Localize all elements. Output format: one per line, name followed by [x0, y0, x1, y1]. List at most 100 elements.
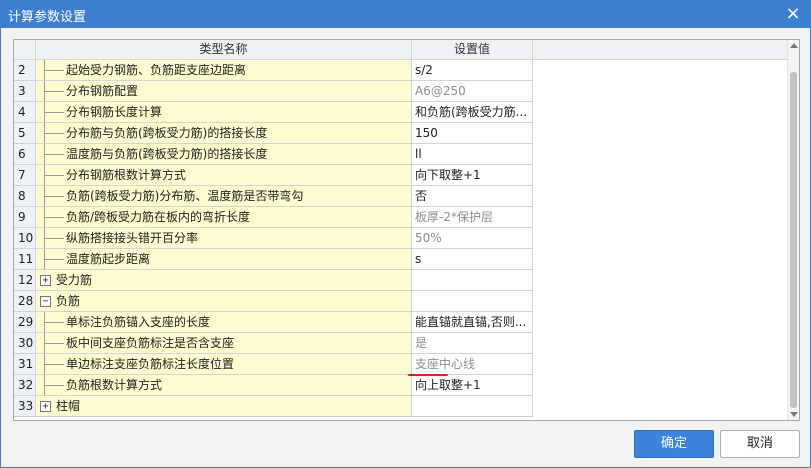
window-title: 计算参数设置: [8, 10, 87, 25]
setting-value-cell[interactable]: 和负筋(跨板受力筋...: [412, 102, 533, 123]
table-row[interactable]: 7 分布钢筋根数计算方式 向下取整+1: [14, 165, 533, 186]
type-name-label: 单标注负筋锚入支座的长度: [66, 315, 211, 329]
type-name-cell: 温度筋与负筋(跨板受力筋)的搭接长度: [36, 144, 412, 165]
table-row[interactable]: 4 分布钢筋长度计算 和负筋(跨板受力筋...: [14, 102, 533, 123]
type-name-cell: − 负筋: [36, 291, 412, 312]
type-name-label: 板中间支座负筋标注是否含支座: [66, 336, 235, 350]
dialog-body: 类型名称 设置值 2 起始受力钢筋、负筋距支座边距离 s/2 3 分布钢筋配置 A6@25…: [0, 28, 811, 468]
close-icon[interactable]: ×: [781, 2, 805, 26]
type-name-label: 分布筋与负筋(跨板受力筋)的搭接长度: [66, 126, 268, 140]
type-name-cell: 纵筋搭接接头错开百分率: [36, 228, 412, 249]
row-number: 9: [14, 207, 36, 228]
tree-connector-line: [44, 112, 64, 113]
setting-value-cell[interactable]: [412, 291, 533, 312]
type-name-cell: + 受力筋: [36, 270, 412, 291]
row-number: 6: [14, 144, 36, 165]
row-number: 28: [14, 291, 36, 312]
table-row[interactable]: 12 + 受力筋: [14, 270, 533, 291]
setting-value-cell[interactable]: ll: [412, 144, 533, 165]
type-name-cell: 板中间支座负筋标注是否含支座: [36, 333, 412, 354]
row-number: 32: [14, 375, 36, 396]
row-number: 30: [14, 333, 36, 354]
row-number: 33: [14, 396, 36, 417]
setting-value-cell[interactable]: 否: [412, 186, 533, 207]
table-row[interactable]: 32 负筋根数计算方式 向上取整+1: [14, 375, 533, 396]
setting-value-cell[interactable]: 能直锚就直锚,否则...: [412, 312, 533, 333]
row-number: 11: [14, 249, 36, 270]
tree-connector-line: [44, 385, 64, 386]
parameter-grid: 类型名称 设置值 2 起始受力钢筋、负筋距支座边距离 s/2 3 分布钢筋配置 A6@25…: [13, 39, 800, 421]
row-number: 7: [14, 165, 36, 186]
setting-value-cell[interactable]: 向下取整+1: [412, 165, 533, 186]
type-name-label: 起始受力钢筋、负筋距支座边距离: [66, 63, 247, 77]
type-name-label: 负筋: [56, 294, 81, 308]
type-name-label: 温度筋起步距离: [66, 252, 151, 266]
setting-value-cell[interactable]: 板厚-2*保护层: [412, 207, 533, 228]
table-row[interactable]: 10 纵筋搭接接头错开百分率 50%: [14, 228, 533, 249]
expand-icon[interactable]: +: [40, 401, 51, 412]
tree-connector-line: [44, 238, 64, 239]
type-name-cell: 分布筋与负筋(跨板受力筋)的搭接长度: [36, 123, 412, 144]
scroll-up-arrow-icon[interactable]: [790, 43, 798, 48]
type-name-label: 温度筋与负筋(跨板受力筋)的搭接长度: [66, 147, 268, 161]
row-number: 31: [14, 354, 36, 375]
red-underline-annotation: [408, 374, 448, 376]
scroll-down-arrow-icon[interactable]: [790, 412, 798, 417]
table-row[interactable]: 31 单边标注支座负筋标注长度位置 支座中心线: [14, 354, 533, 375]
table-row[interactable]: 33 + 柱帽: [14, 396, 533, 417]
setting-value-cell[interactable]: [412, 396, 533, 417]
tree-connector-line: [44, 217, 64, 218]
table-row[interactable]: 6 温度筋与负筋(跨板受力筋)的搭接长度 ll: [14, 144, 533, 165]
row-number: 3: [14, 81, 36, 102]
type-name-label: 负筋(跨板受力筋)分布筋、温度筋是否带弯勾: [66, 189, 304, 203]
type-name-label: 纵筋搭接接头错开百分率: [66, 231, 199, 245]
row-number: 12: [14, 270, 36, 291]
setting-value-cell[interactable]: 是: [412, 333, 533, 354]
table-row[interactable]: 9 负筋/跨板受力筋在板内的弯折长度 板厚-2*保护层: [14, 207, 533, 228]
tree-connector-line: [44, 343, 64, 344]
table-row[interactable]: 11 温度筋起步距离 s: [14, 249, 533, 270]
header-filler: [533, 40, 789, 60]
grid-header: 类型名称 设置值: [14, 40, 789, 60]
setting-value-cell[interactable]: 支座中心线: [412, 354, 533, 375]
tree-connector-line: [44, 259, 64, 260]
vertical-scrollbar[interactable]: [787, 40, 799, 420]
title-bar: 计算参数设置 ×: [0, 0, 811, 28]
setting-value-cell[interactable]: A6@250: [412, 81, 533, 102]
ok-button[interactable]: 确定: [634, 430, 714, 458]
row-number: 5: [14, 123, 36, 144]
table-row[interactable]: 3 分布钢筋配置 A6@250: [14, 81, 533, 102]
row-number: 10: [14, 228, 36, 249]
type-name-label: 分布钢筋配置: [66, 84, 139, 98]
setting-value-cell[interactable]: 50%: [412, 228, 533, 249]
setting-value-cell[interactable]: s: [412, 249, 533, 270]
header-setting-value: 设置值: [412, 40, 533, 60]
setting-value-cell[interactable]: [412, 270, 533, 291]
table-row[interactable]: 8 负筋(跨板受力筋)分布筋、温度筋是否带弯勾 否: [14, 186, 533, 207]
type-name-cell: 负筋/跨板受力筋在板内的弯折长度: [36, 207, 412, 228]
type-name-cell: 单边标注支座负筋标注长度位置: [36, 354, 412, 375]
collapse-icon[interactable]: −: [40, 296, 51, 307]
table-row[interactable]: 2 起始受力钢筋、负筋距支座边距离 s/2: [14, 60, 533, 81]
setting-value-cell[interactable]: 向上取整+1: [412, 375, 533, 396]
type-name-cell: 单标注负筋锚入支座的长度: [36, 312, 412, 333]
type-name-label: 负筋/跨板受力筋在板内的弯折长度: [66, 210, 251, 224]
type-name-label: 受力筋: [56, 273, 93, 287]
expand-icon[interactable]: +: [40, 275, 51, 286]
tree-connector-line: [44, 91, 64, 92]
tree-connector-line: [44, 322, 64, 323]
table-row[interactable]: 5 分布筋与负筋(跨板受力筋)的搭接长度 150: [14, 123, 533, 144]
type-name-cell: + 柱帽: [36, 396, 412, 417]
type-name-cell: 负筋(跨板受力筋)分布筋、温度筋是否带弯勾: [36, 186, 412, 207]
table-row[interactable]: 30 板中间支座负筋标注是否含支座 是: [14, 333, 533, 354]
setting-value-cell[interactable]: 150: [412, 123, 533, 144]
tree-connector-line: [44, 175, 64, 176]
type-name-label: 分布钢筋根数计算方式: [66, 168, 187, 182]
header-type-name: 类型名称: [36, 40, 412, 60]
tree-connector-line: [44, 364, 64, 365]
setting-value-cell[interactable]: s/2: [412, 60, 533, 81]
table-row[interactable]: 29 单标注负筋锚入支座的长度 能直锚就直锚,否则...: [14, 312, 533, 333]
table-row[interactable]: 28− 负筋: [14, 291, 533, 312]
scroll-thumb[interactable]: [790, 72, 797, 408]
cancel-button[interactable]: 取消: [720, 430, 800, 458]
